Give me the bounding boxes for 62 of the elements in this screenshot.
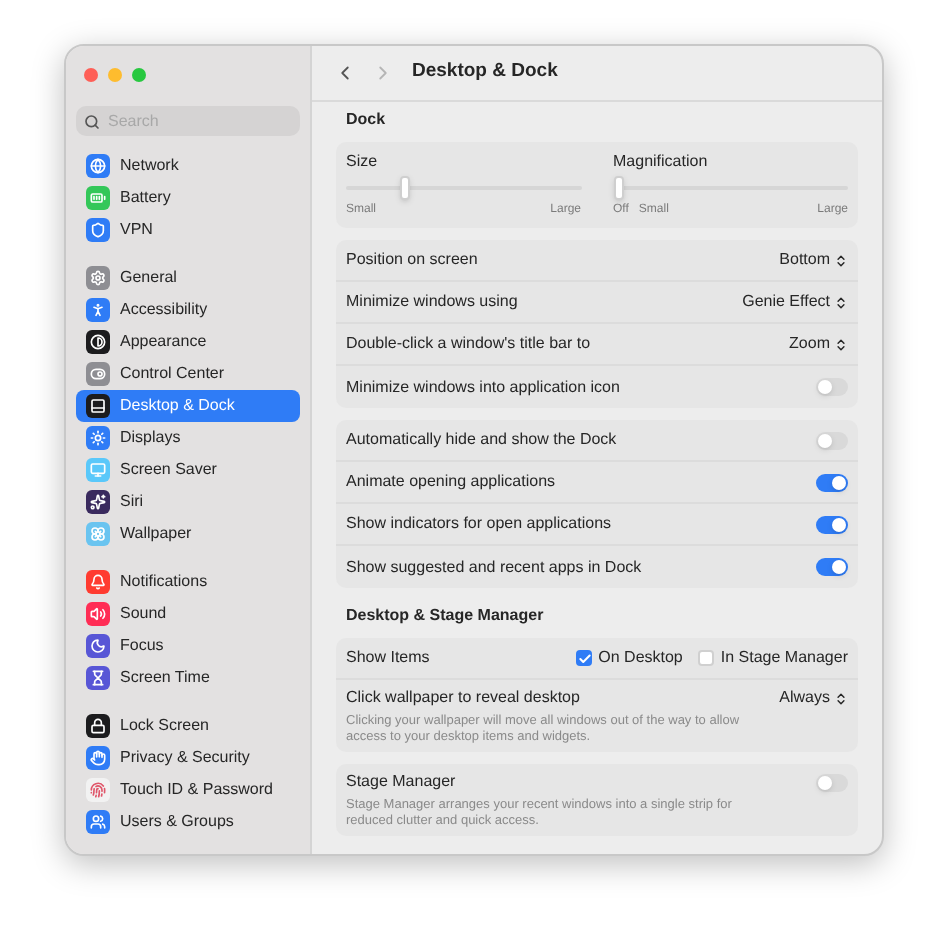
sidebar-label: Screen Time bbox=[120, 666, 210, 690]
sidebar-item[interactable]: Accessibility bbox=[76, 294, 300, 326]
row-label: Stage Manager bbox=[346, 770, 456, 794]
sidebar-label: Privacy & Security bbox=[120, 746, 250, 770]
sidebar-item[interactable]: Focus bbox=[76, 630, 300, 662]
sidebar-item[interactable]: General bbox=[76, 262, 300, 294]
sidebar-item[interactable]: Touch ID & Password bbox=[76, 774, 300, 806]
window-title: Desktop & Dock bbox=[412, 58, 558, 87]
section-title: Dock bbox=[344, 108, 388, 132]
sidebar-label: Focus bbox=[120, 634, 164, 658]
row-label: Minimize windows into application icon bbox=[346, 375, 620, 399]
sidebar-label: Battery bbox=[120, 186, 171, 210]
sidebar-item[interactable]: Wallpaper bbox=[76, 518, 300, 550]
sidebar-item[interactable]: Users & Groups bbox=[76, 806, 300, 838]
popup-button[interactable]: Bottom bbox=[779, 248, 848, 272]
popup-button[interactable]: Always bbox=[779, 686, 848, 710]
sidebar-label: Screen Saver bbox=[120, 458, 217, 482]
popup-button[interactable]: Zoom bbox=[789, 332, 848, 356]
sidebar-label: VPN bbox=[120, 218, 153, 242]
sidebar-item[interactable]: Screen Time bbox=[76, 662, 300, 694]
sidebar-item[interactable]: Lock Screen bbox=[76, 710, 300, 742]
sidebar-label: Notifications bbox=[120, 570, 208, 594]
row-label: Animate opening applications bbox=[346, 470, 556, 494]
row-label: Minimize windows using bbox=[346, 290, 518, 314]
sidebar-item[interactable]: Appearance bbox=[76, 326, 300, 358]
row-label: Show indicators for open applications bbox=[346, 512, 612, 536]
sidebar-label: Touch ID & Password bbox=[120, 778, 273, 802]
sidebar-label: Displays bbox=[120, 426, 181, 450]
sidebar-label: Network bbox=[120, 154, 179, 178]
row-label: Automatically hide and show the Dock bbox=[346, 428, 617, 452]
checkbox-label: On Desktop bbox=[598, 646, 683, 670]
row-label: Show Items bbox=[346, 646, 430, 670]
sidebar-item[interactable]: Network bbox=[76, 150, 300, 182]
row-label: Double-click a window's title bar to bbox=[346, 332, 591, 356]
row-label: Click wallpaper to reveal desktop bbox=[346, 686, 580, 710]
row-label: Show suggested and recent apps in Dock bbox=[346, 555, 642, 579]
slider-label: Magnification bbox=[613, 150, 710, 174]
sidebar-item[interactable]: Screen Saver bbox=[76, 454, 300, 486]
sidebar-label: Users & Groups bbox=[120, 810, 234, 834]
sidebar-item[interactable]: Battery bbox=[76, 182, 300, 214]
sidebar-label: Appearance bbox=[120, 330, 207, 354]
sidebar-item[interactable]: Siri bbox=[76, 486, 300, 518]
sidebar-label: Desktop & Dock bbox=[120, 394, 235, 418]
sidebar-item[interactable]: Privacy & Security bbox=[76, 742, 300, 774]
sidebar-item[interactable]: Control Center bbox=[76, 358, 300, 390]
sidebar-item[interactable]: VPN bbox=[76, 214, 300, 246]
slider-label: Size bbox=[346, 150, 380, 174]
sidebar-label: General bbox=[120, 266, 177, 290]
sidebar-label: Siri bbox=[120, 490, 144, 514]
row-label: Position on screen bbox=[346, 248, 478, 272]
sidebar-item[interactable]: Sound bbox=[76, 598, 300, 630]
section-title: Desktop & Stage Manager bbox=[344, 604, 546, 628]
sidebar-label: Wallpaper bbox=[120, 522, 192, 546]
popup-button[interactable]: Genie Effect bbox=[742, 290, 848, 314]
sidebar-item[interactable]: Displays bbox=[76, 422, 300, 454]
sidebar-item[interactable]: Notifications bbox=[76, 566, 300, 598]
sidebar-item[interactable]: Desktop & Dock bbox=[76, 390, 300, 422]
sidebar-label: Sound bbox=[120, 602, 167, 626]
sidebar-label: Lock Screen bbox=[120, 714, 209, 738]
sidebar-label: Accessibility bbox=[120, 298, 208, 322]
checkbox-label: In Stage Manager bbox=[720, 646, 848, 670]
sidebar-label: Control Center bbox=[120, 362, 225, 386]
